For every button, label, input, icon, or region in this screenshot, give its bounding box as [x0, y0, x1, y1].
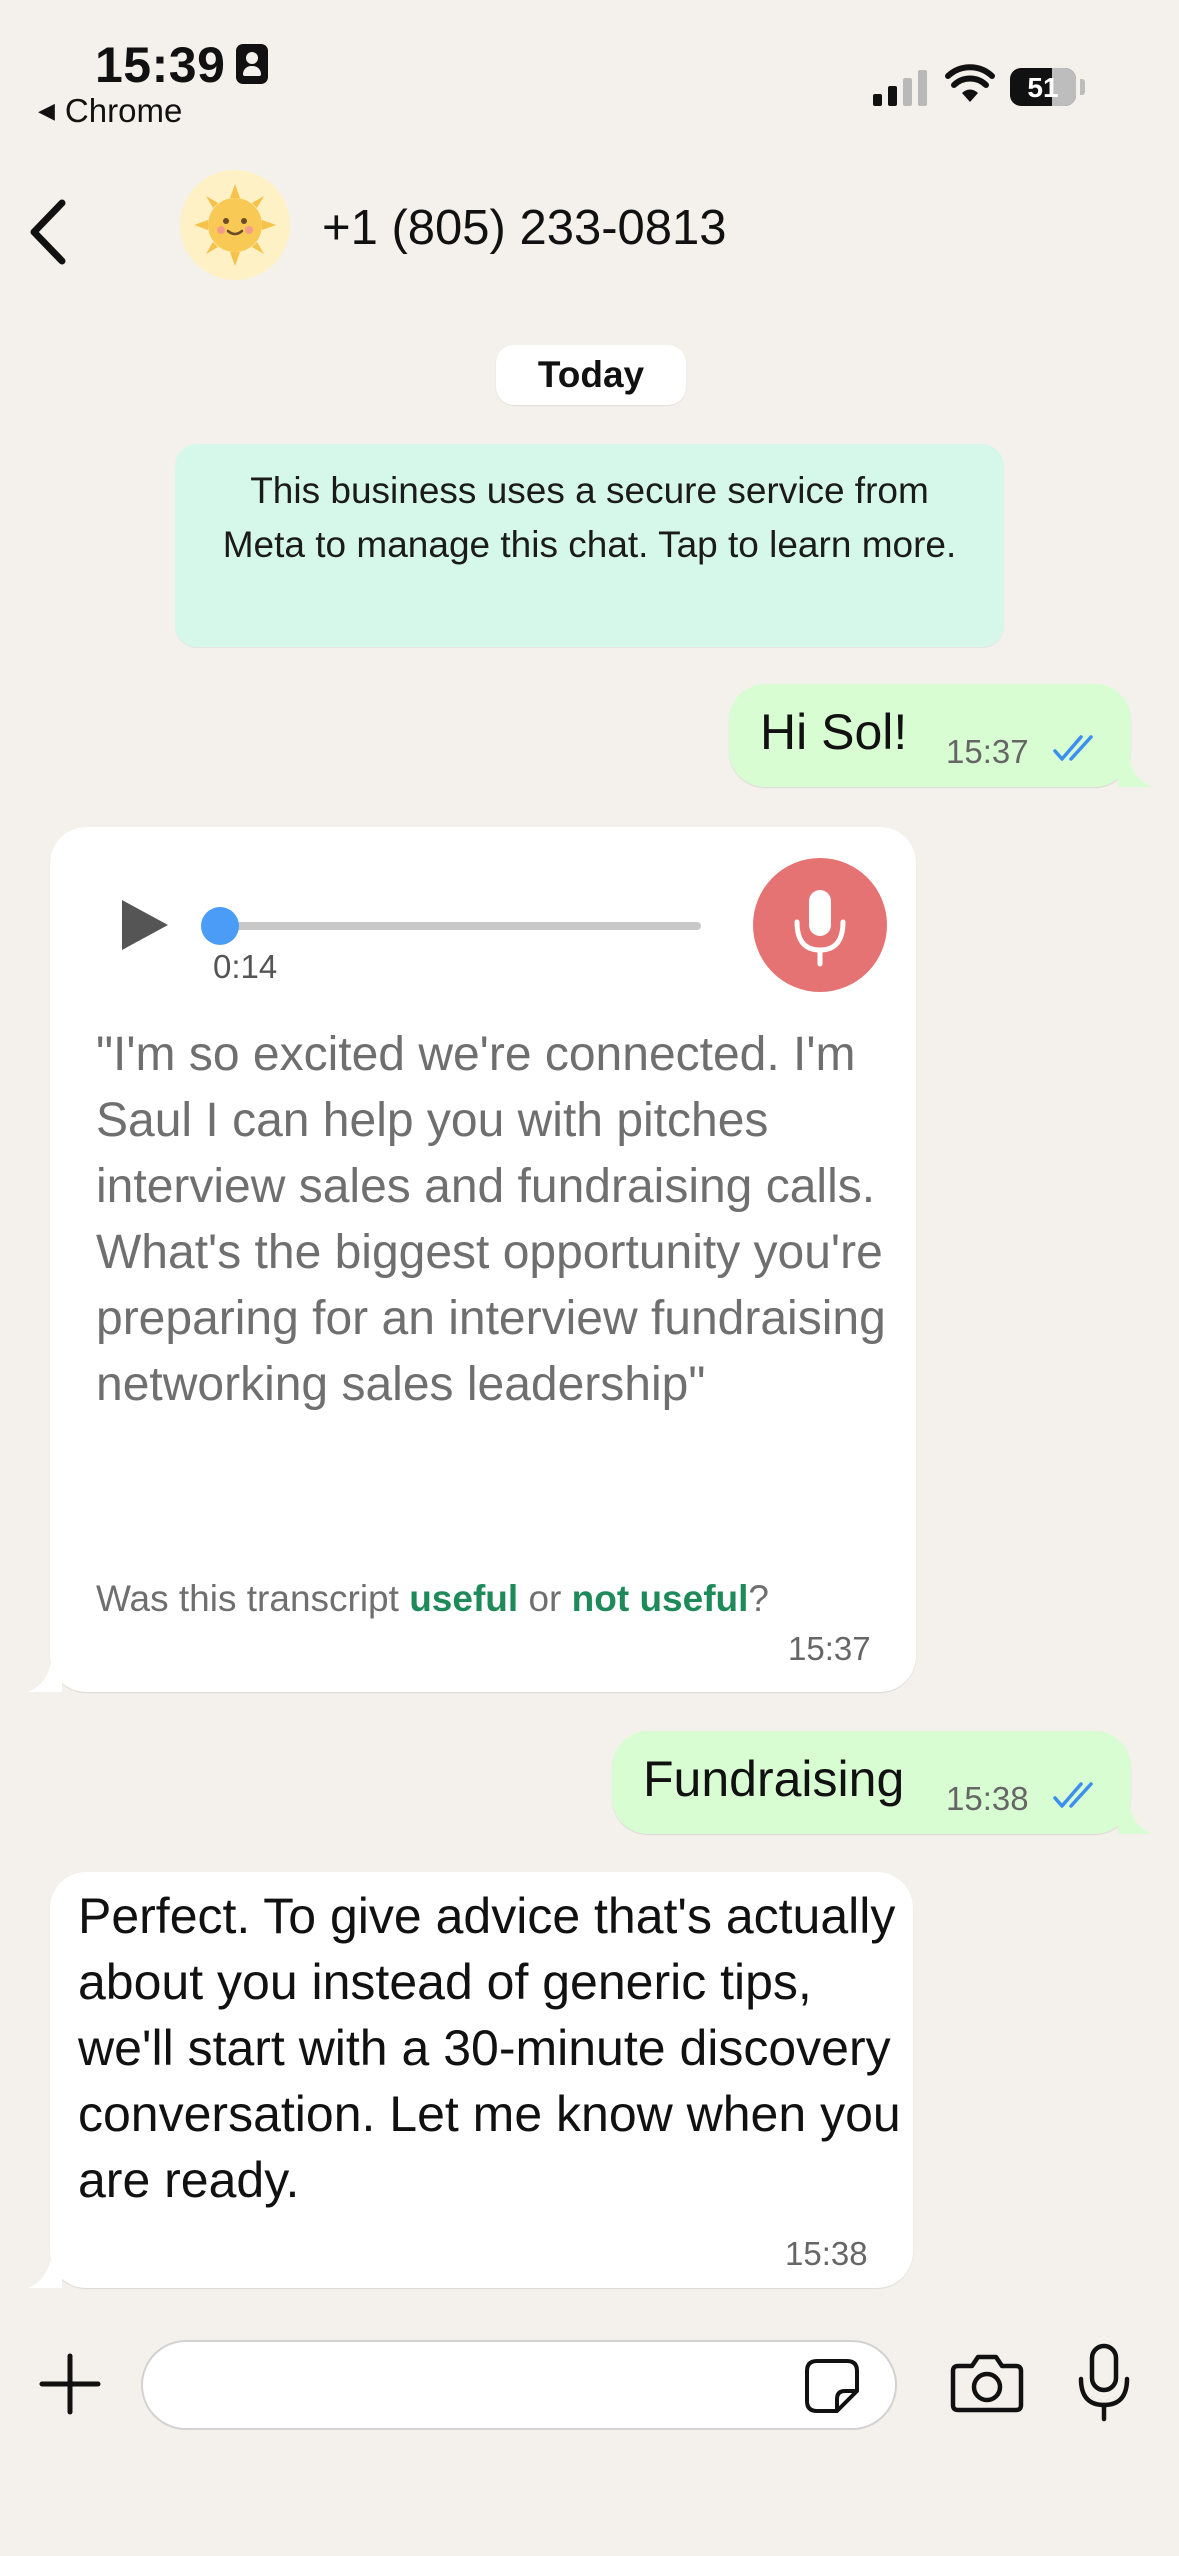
status-time: 15:39 — [95, 37, 226, 93]
plus-icon[interactable] — [38, 2352, 102, 2416]
contact-card-icon — [236, 44, 268, 84]
bubble-tail — [28, 1658, 62, 1692]
message-time: 15:38 — [946, 1780, 1029, 1817]
back-triangle-icon: ◀ — [38, 98, 55, 123]
status-bar: 15:39 ◀ Chrome 51 — [0, 0, 1179, 140]
contact-name[interactable]: +1 (805) 233-0813 — [322, 200, 727, 256]
voice-transcript: "I'm so excited we're connected. I'm Sau… — [96, 1028, 886, 1411]
message-time: 15:37 — [788, 1630, 871, 1667]
bubble-tail — [28, 2254, 62, 2288]
battery-level: 51 — [1027, 72, 1059, 103]
back-to-app-link[interactable]: ◀ Chrome — [38, 92, 182, 130]
double-check-icon — [1053, 1782, 1093, 1808]
message-time: 15:37 — [946, 733, 1029, 770]
cellular-signal-icon — [873, 68, 927, 106]
audio-progress-track[interactable] — [205, 922, 701, 930]
audio-scrubber-handle[interactable] — [201, 907, 239, 945]
microphone-icon[interactable] — [1076, 2343, 1132, 2423]
wifi-icon — [945, 64, 995, 102]
business-notice[interactable]: This business uses a secure service from… — [175, 444, 1004, 647]
bubble-tail — [1118, 1800, 1152, 1834]
message-input[interactable] — [141, 2340, 897, 2430]
sun-avatar-icon — [180, 170, 290, 280]
battery-tip — [1080, 79, 1085, 95]
sticker-icon[interactable] — [803, 2357, 861, 2415]
transcript-feedback: Was this transcript useful or not useful… — [96, 1578, 769, 1620]
feedback-prefix: Was this transcript — [96, 1578, 399, 1619]
double-check-icon — [1053, 735, 1093, 761]
date-separator: Today — [496, 345, 686, 405]
not-useful-link[interactable]: not useful — [572, 1578, 749, 1619]
back-app-label: Chrome — [64, 92, 183, 129]
play-icon[interactable] — [120, 898, 170, 952]
chat-header: +1 (805) 233-0813 — [0, 160, 1179, 300]
voice-avatar — [753, 858, 887, 992]
avatar[interactable] — [180, 170, 290, 280]
useful-link[interactable]: useful — [409, 1578, 518, 1619]
battery-icon: 51 — [1010, 68, 1076, 106]
bubble-tail — [1118, 753, 1152, 787]
back-chevron-icon[interactable] — [22, 195, 76, 269]
message-time: 15:38 — [785, 2235, 868, 2272]
message-text: Fundraising — [643, 1751, 905, 1807]
microphone-icon — [794, 890, 846, 967]
message-text: Hi Sol! — [760, 704, 908, 760]
feedback-suffix: ? — [748, 1578, 769, 1619]
voice-duration: 0:14 — [213, 948, 278, 985]
feedback-or: or — [528, 1578, 562, 1619]
message-text: Perfect. To give advice that's actually … — [78, 1888, 901, 2208]
camera-icon[interactable] — [950, 2350, 1024, 2414]
